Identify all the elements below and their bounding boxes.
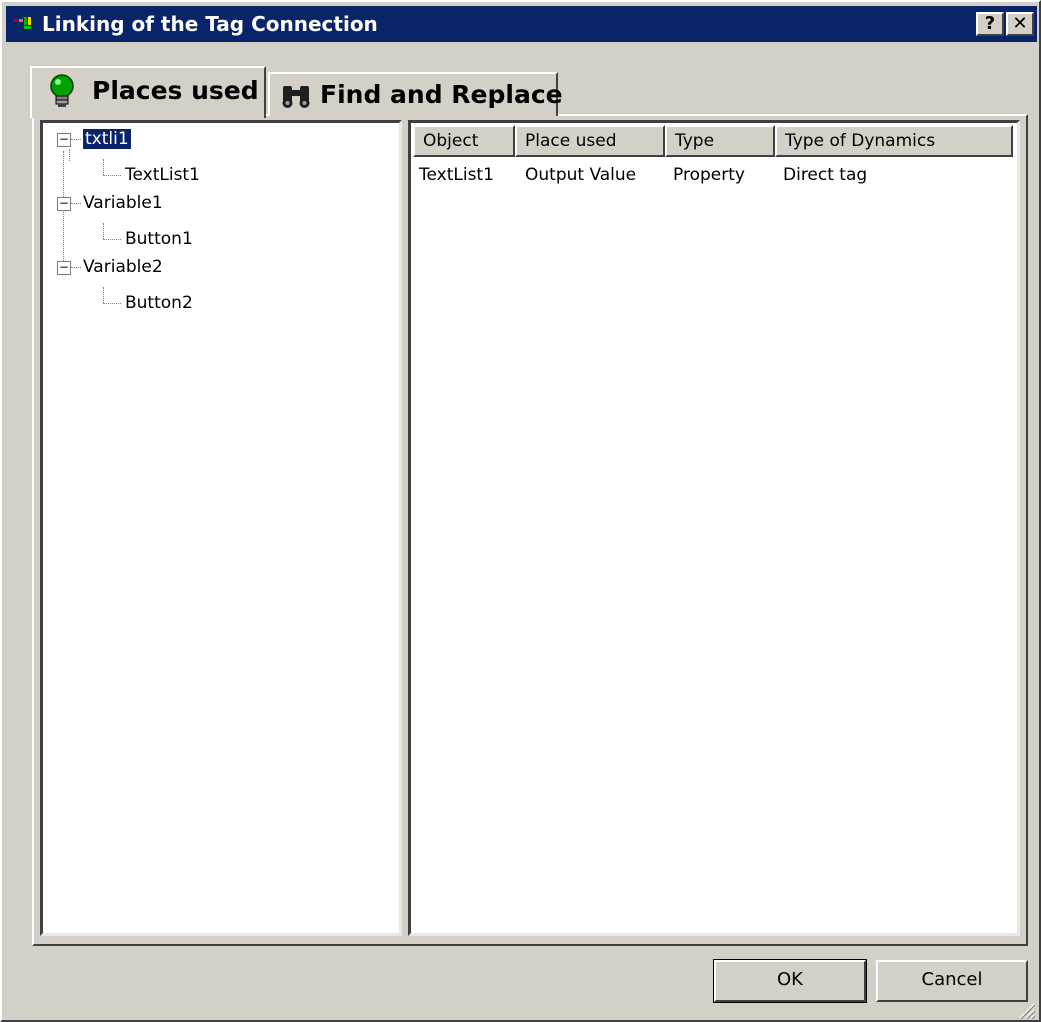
tree-node-label: Button1 bbox=[125, 229, 193, 249]
column-header-type[interactable]: Type bbox=[665, 125, 775, 157]
title-bar[interactable]: Linking of the Tag Connection ? ✕ bbox=[6, 6, 1037, 42]
cell-type-of-dynamics: Direct tag bbox=[783, 165, 868, 185]
dialog-window: Linking of the Tag Connection ? ✕ Places… bbox=[0, 0, 1041, 1022]
tree-node-label: Button2 bbox=[125, 293, 193, 313]
tree-node-variable1[interactable]: Variable1 bbox=[83, 191, 163, 215]
collapse-toggle-icon[interactable]: − bbox=[57, 133, 71, 147]
close-button[interactable]: ✕ bbox=[1006, 12, 1034, 36]
tree-node-variable2[interactable]: Variable2 bbox=[83, 255, 163, 279]
tree-connector bbox=[103, 159, 104, 175]
tree-connector bbox=[103, 239, 121, 240]
tab-label: Places used bbox=[92, 76, 259, 105]
help-button[interactable]: ? bbox=[976, 12, 1004, 36]
tree-connector bbox=[71, 203, 81, 204]
tree-connector bbox=[103, 175, 121, 176]
list-header: Object Place used Type Type of Dynamics bbox=[413, 125, 1013, 157]
tree-connector bbox=[63, 151, 64, 275]
tree-connector bbox=[103, 223, 104, 239]
tab-label: Find and Replace bbox=[320, 80, 563, 109]
cell-place-used: Output Value bbox=[525, 165, 637, 185]
window-title: Linking of the Tag Connection bbox=[42, 12, 378, 36]
column-header-place-used[interactable]: Place used bbox=[515, 125, 665, 157]
tree-node-textlist1[interactable]: TextList1 bbox=[125, 163, 200, 187]
cell-object: TextList1 bbox=[419, 165, 494, 185]
ok-button[interactable]: OK bbox=[713, 959, 867, 1003]
column-header-type-of-dynamics[interactable]: Type of Dynamics bbox=[775, 125, 1013, 157]
tree-connector bbox=[103, 287, 104, 303]
tree-node-label: Variable2 bbox=[83, 257, 163, 277]
column-header-object[interactable]: Object bbox=[413, 125, 515, 157]
tab-find-and-replace[interactable]: Find and Replace bbox=[268, 72, 563, 116]
tree-node-button2[interactable]: Button2 bbox=[125, 291, 193, 315]
binoculars-icon bbox=[282, 86, 310, 108]
places-used-list[interactable]: Object Place used Type Type of Dynamics … bbox=[408, 120, 1020, 936]
resize-grip-icon[interactable] bbox=[1016, 1000, 1036, 1020]
app-icon bbox=[14, 17, 31, 29]
tag-tree[interactable]: − txtli1 TextList1 − Variable1 Button1 −… bbox=[40, 120, 402, 936]
cancel-button[interactable]: Cancel bbox=[876, 960, 1028, 1002]
tab-places-used[interactable]: Places used bbox=[30, 66, 266, 118]
tree-connector bbox=[71, 139, 83, 140]
tree-node-label: txtli1 bbox=[82, 128, 132, 150]
tree-connector bbox=[71, 267, 81, 268]
tree-connector bbox=[103, 303, 121, 304]
collapse-toggle-icon[interactable]: − bbox=[57, 261, 71, 275]
cell-type: Property bbox=[673, 165, 745, 185]
tree-node-button1[interactable]: Button1 bbox=[125, 227, 193, 251]
collapse-toggle-icon[interactable]: − bbox=[57, 197, 71, 211]
tree-node-txtli1[interactable]: txtli1 bbox=[82, 127, 132, 151]
lightbulb-icon bbox=[50, 74, 74, 107]
tree-node-label: TextList1 bbox=[125, 165, 200, 185]
tree-connector bbox=[69, 149, 70, 161]
tree-node-label: Variable1 bbox=[83, 193, 163, 213]
